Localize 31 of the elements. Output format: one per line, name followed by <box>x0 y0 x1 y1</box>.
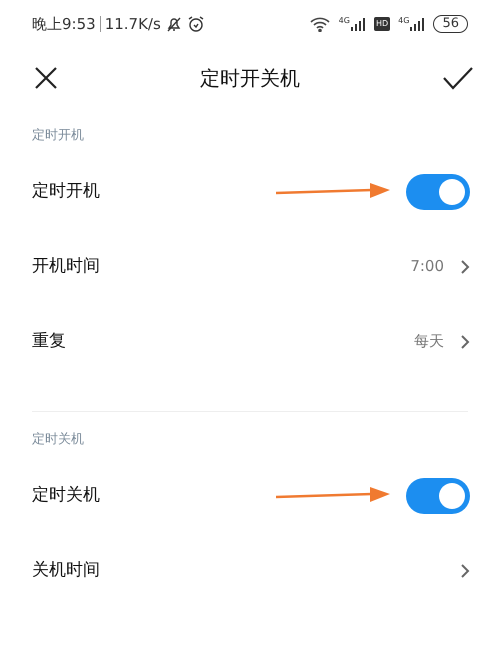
hd-indicator: HD <box>374 17 390 31</box>
toggle-switch[interactable] <box>406 174 470 210</box>
battery-indicator: 56 <box>433 15 468 33</box>
alarm-icon <box>186 15 205 33</box>
signal-icon <box>350 17 366 31</box>
signal-icon <box>409 17 426 31</box>
setting-label: 关机时间 <box>32 558 100 582</box>
setting-row[interactable]: 开机时间 7:00 <box>0 229 500 304</box>
setting-label: 定时关机 <box>32 484 100 507</box>
status-time: 晚上9:53 <box>32 14 96 35</box>
close-icon[interactable] <box>34 66 58 90</box>
section-label: 定时开机 <box>32 128 84 143</box>
setting-label: 定时开机 <box>32 180 100 203</box>
setting-label: 重复 <box>32 330 66 353</box>
confirm-icon[interactable] <box>442 66 474 90</box>
setting-row[interactable]: 关机时间 <box>0 533 500 608</box>
toggle-switch[interactable] <box>406 478 470 514</box>
setting-value: 7:00 <box>410 256 444 278</box>
network-type: 4G <box>338 17 350 25</box>
wifi-icon <box>308 16 331 32</box>
setting-label: 开机时间 <box>32 254 100 278</box>
network-type: 4G <box>398 17 410 25</box>
chevron-right-icon <box>460 334 470 350</box>
chevron-right-icon <box>460 562 470 578</box>
setting-row[interactable]: 重复 每天 <box>0 304 500 379</box>
chevron-right-icon <box>460 258 470 274</box>
section-label: 定时关机 <box>32 432 84 447</box>
setting-value: 每天 <box>414 331 444 352</box>
page-title: 定时开关机 <box>200 65 300 92</box>
muted-bell-icon <box>164 15 183 33</box>
network-speed: 11.7K/s <box>104 14 161 35</box>
